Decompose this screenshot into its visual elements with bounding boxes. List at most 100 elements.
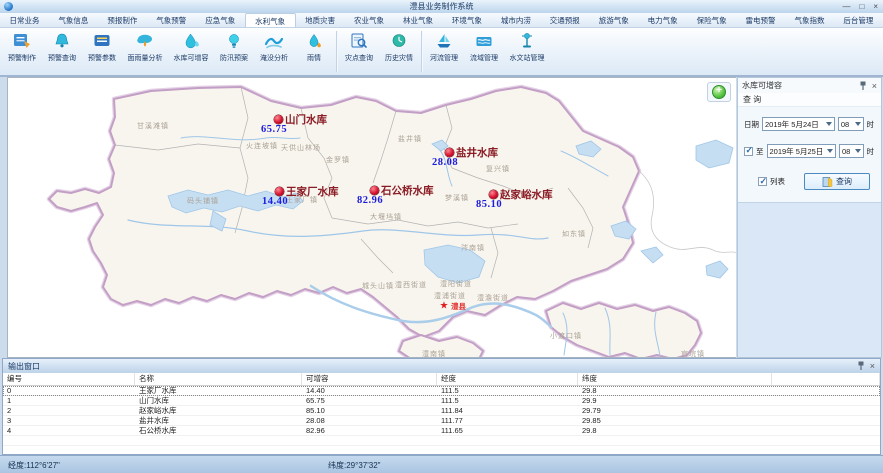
toolbar-item-label: 预警制作 (8, 53, 36, 63)
map-canvas[interactable]: 甘溪滩镇火连坡镇天供山林场金罗镇盐井镇码头铺镇王家厂镇复兴镇梦溪镇大堰垱镇如东镇… (7, 77, 736, 358)
end-hour-select[interactable]: 08 (839, 144, 864, 158)
reservoir-marker[interactable] (275, 187, 284, 196)
toolbar-hydro-station[interactable]: 水文站管理 (504, 28, 550, 75)
tab-气象指数[interactable]: 气象指数 (785, 13, 834, 27)
tab-地质灾害[interactable]: 地质灾害 (296, 13, 345, 27)
submerge-icon (264, 32, 284, 50)
table-cell: 14.40 (302, 386, 437, 395)
tab-气象预警[interactable]: 气象预警 (147, 13, 196, 27)
tab-旅游气象[interactable]: 旅游气象 (589, 13, 638, 27)
tab-林业气象[interactable]: 林业气象 (394, 13, 443, 27)
reservoir-marker[interactable] (370, 186, 379, 195)
town-label: 复兴镇 (486, 164, 510, 174)
tab-日常业务[interactable]: 日常业务 (0, 13, 49, 27)
town-label: 梦溪镇 (445, 193, 469, 203)
toolbar-disaster-query[interactable]: 灾点查询 (339, 28, 379, 75)
toolbar-item-label: 河流管理 (430, 53, 458, 63)
town-label: 澧南镇 (422, 349, 446, 358)
table-row[interactable]: 1山门水库65.75111.529.9 (3, 396, 880, 406)
column-header-纬度[interactable]: 纬度 (578, 373, 772, 385)
basin-icon (474, 32, 494, 50)
tab-电力气象[interactable]: 电力气象 (638, 13, 687, 27)
map-zoom-in-button[interactable] (707, 82, 731, 102)
output-close-icon[interactable]: × (870, 361, 875, 371)
chevron-down-icon (827, 149, 833, 153)
toolbar-area-rain[interactable]: 面雨量分析 (122, 28, 168, 75)
tab-水利气象[interactable]: 水利气象 (245, 13, 296, 27)
table-cell: 29.85 (578, 416, 772, 425)
toolbar-submerge[interactable]: 淹没分析 (254, 28, 294, 75)
tab-交通预报[interactable]: 交通预报 (540, 13, 589, 27)
disaster-query-icon (349, 32, 369, 50)
tab-雷电预警[interactable]: 雷电预警 (736, 13, 785, 27)
table-cell: 111.77 (437, 416, 578, 425)
maximize-button[interactable]: □ (859, 0, 864, 13)
reservoir-value: 14.40 (262, 196, 288, 207)
list-checkbox[interactable] (758, 177, 767, 186)
query-button[interactable]: 查询 (804, 173, 870, 190)
panel-body (738, 202, 881, 357)
toolbar-capacity[interactable]: 水库可增容 (168, 28, 214, 75)
town-label: 如东镇 (562, 229, 586, 239)
toolbar-basin[interactable]: 流域管理 (464, 28, 504, 75)
table-cell: 1 (3, 396, 135, 405)
toolbar-warn-param[interactable]: 预警参数 (82, 28, 122, 75)
start-date-select[interactable]: 2019年 5月24日 (762, 117, 835, 131)
table-row[interactable]: 2赵家峪水库85.10111.8429.79 (3, 406, 880, 416)
reservoir-marker[interactable] (445, 148, 454, 157)
hour-suffix: 时 (867, 119, 875, 130)
map-overlay: 甘溪滩镇火连坡镇天供山林场金罗镇盐井镇码头铺镇王家厂镇复兴镇梦溪镇大堰垱镇如东镇… (8, 78, 736, 357)
toolbar-warn-query[interactable]: 预警查询 (42, 28, 82, 75)
menu-bar: 日常业务气象信息预报制作气象预警应急气象水利气象地质灾害农业气象林业气象环境气象… (0, 13, 883, 28)
column-header-名称[interactable]: 名称 (135, 373, 302, 385)
pin-icon[interactable] (859, 81, 867, 91)
table-cell: 65.75 (302, 396, 437, 405)
tab-后台管理[interactable]: 后台管理 (834, 13, 883, 27)
column-header-经度[interactable]: 经度 (437, 373, 578, 385)
table-cell: 山门水库 (135, 396, 302, 405)
column-header-可增容[interactable]: 可增容 (302, 373, 437, 385)
town-label: 盐井镇 (398, 134, 422, 144)
table-row[interactable]: 0王家厂水库14.40111.529.8 (3, 386, 880, 396)
reservoir-marker[interactable] (274, 115, 283, 124)
table-row[interactable]: 4石公桥水库82.96111.6529.8 (3, 426, 880, 436)
tab-环境气象[interactable]: 环境气象 (442, 13, 491, 27)
toolbar-flood-plan[interactable]: 防汛预案 (214, 28, 254, 75)
reservoir-name: 赵家峪水库 (500, 187, 553, 202)
toolbar-warn-make[interactable]: 预警制作 (2, 28, 42, 75)
minimize-button[interactable]: — (842, 0, 850, 13)
tab-城市内涝[interactable]: 城市内涝 (491, 13, 540, 27)
chevron-down-icon (855, 149, 861, 153)
town-label: 澧澹街道 (477, 293, 509, 303)
tab-保险气象[interactable]: 保险气象 (687, 13, 736, 27)
tab-应急气象[interactable]: 应急气象 (196, 13, 245, 27)
table-cell: 28.08 (302, 416, 437, 425)
reservoir-value: 85.10 (476, 199, 502, 210)
tab-农业气象[interactable]: 农业气象 (345, 13, 394, 27)
town-label: 金罗镇 (326, 155, 350, 165)
tab-气象信息[interactable]: 气象信息 (49, 13, 98, 27)
close-button[interactable]: × (873, 0, 878, 13)
table-cell: 29.79 (578, 406, 772, 415)
table-body: 0王家厂水库14.40111.529.81山门水库65.75111.529.92… (3, 386, 880, 466)
start-hour-select[interactable]: 08 (838, 117, 864, 131)
toolbar-river[interactable]: 河流管理 (424, 28, 464, 75)
toolbar-item-label: 历史灾情 (385, 53, 413, 63)
reservoir-name: 石公桥水库 (381, 183, 434, 198)
town-label: 小渡口镇 (550, 331, 582, 341)
plus-icon (712, 85, 726, 99)
toolbar-rain[interactable]: 雨情 (294, 28, 334, 75)
toolbar-disaster-history[interactable]: 历史灾情 (379, 28, 419, 75)
table-row[interactable]: 3盐井水库28.08111.7729.85 (3, 416, 880, 426)
end-date-select[interactable]: 2019年 5月25日 (767, 144, 836, 158)
table-cell: 111.84 (437, 406, 578, 415)
reservoir-marker[interactable] (489, 190, 498, 199)
pin-icon[interactable] (857, 361, 865, 371)
table-cell: 111.5 (437, 396, 578, 405)
tab-预报制作[interactable]: 预报制作 (98, 13, 147, 27)
panel-close-icon[interactable]: × (872, 81, 877, 91)
column-header-编号[interactable]: 编号 (3, 373, 135, 385)
to-date-checkbox[interactable] (744, 147, 753, 156)
reservoir-name: 王家厂水库 (286, 184, 339, 199)
status-bar: 经度:112°6'27" 纬度:29°37'32" (0, 455, 883, 473)
